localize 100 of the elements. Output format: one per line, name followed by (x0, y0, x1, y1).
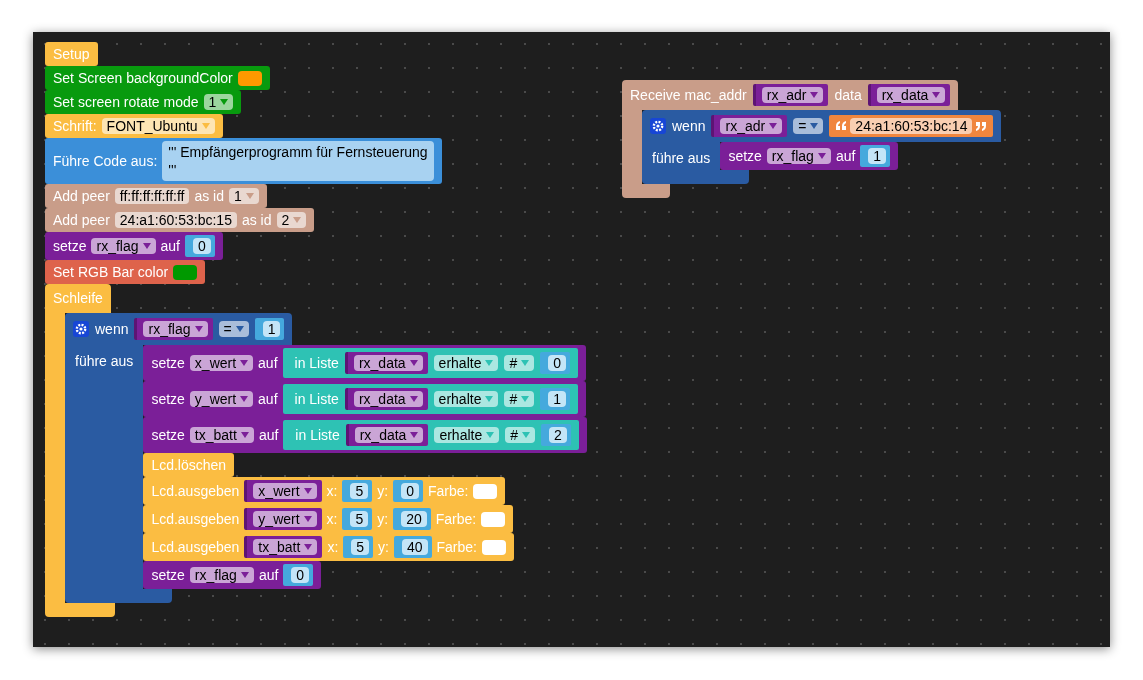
dropdown[interactable]: erhalte (433, 355, 499, 371)
number-block[interactable]: 1 (860, 145, 891, 167)
statement-block[interactable]: Set screen rotate mode 1 (45, 90, 242, 114)
dropdown[interactable]: y_wert (253, 511, 317, 527)
dropdown[interactable]: rx_data (354, 427, 424, 443)
color-swatch[interactable] (482, 539, 506, 555)
number-block[interactable]: 5 (342, 508, 373, 530)
block-label: Set Screen backgroundColor (53, 69, 233, 87)
number-block[interactable]: 20 (393, 508, 431, 530)
number-field[interactable]: 5 (350, 483, 369, 499)
number-block[interactable]: 1 (540, 388, 570, 410)
statement-block[interactable]: Führe Code aus: ''' Empfängerprogramm für Fernsteuerung ''' (45, 138, 442, 184)
number-block[interactable]: 0 (283, 564, 314, 586)
variable-block[interactable]: rx_adr (752, 84, 829, 106)
number-block[interactable]: 40 (393, 536, 432, 558)
number-block[interactable]: 5 (343, 536, 374, 558)
variable-block[interactable]: rx_data (344, 352, 428, 374)
gear-icon[interactable] (73, 321, 89, 337)
number-block[interactable]: 0 (393, 480, 423, 502)
color-swatch[interactable] (237, 70, 262, 86)
dropdown[interactable]: rx_flag (143, 321, 208, 337)
list-block[interactable]: in Liste rx_data erhalte # 0 (282, 348, 578, 378)
statement-block[interactable]: setze tx_batt auf in Liste rx_data erhalte # 2 (143, 417, 587, 453)
number-field[interactable]: 1 (262, 321, 281, 337)
statement-block[interactable]: setze y_wert auf in Liste rx_data erhalte # 1 (143, 381, 586, 417)
number-block[interactable]: 2 (541, 424, 571, 446)
if-block-header[interactable]: wenn rx_flag = 1 (65, 313, 293, 345)
number-field[interactable]: 2 (549, 427, 567, 443)
variable-block[interactable]: x_wert (244, 480, 322, 502)
variable-block[interactable]: y_wert (244, 508, 322, 530)
dropdown[interactable]: # (504, 355, 535, 371)
number-block[interactable]: 0 (540, 352, 570, 374)
number-field[interactable]: 20 (401, 511, 427, 527)
variable-block[interactable]: rx_flag (134, 318, 213, 340)
block-label: setze (151, 390, 185, 408)
dropdown[interactable]: x_wert (253, 483, 317, 499)
text-field[interactable]: 24:a1:60:53:bc:14 (850, 118, 973, 134)
dropdown[interactable]: x_wert (189, 355, 254, 371)
dropdown[interactable]: rx_adr (761, 87, 824, 103)
dropdown[interactable]: rx_data (876, 87, 946, 103)
dropdown[interactable]: rx_data (353, 391, 423, 407)
statement-block[interactable]: setze rx_flag auf 0 (143, 561, 322, 589)
dropdown[interactable]: = (218, 321, 249, 337)
statement-block[interactable]: setze x_wert auf in Liste rx_data erhalte # 0 (143, 345, 586, 381)
variable-block[interactable]: tx_batt (244, 536, 323, 558)
gear-icon[interactable] (650, 118, 666, 134)
number-block[interactable]: 0 (184, 235, 215, 257)
dropdown[interactable]: tx_batt (189, 427, 254, 443)
dropdown[interactable]: rx_flag (91, 238, 156, 254)
statement-block[interactable]: Lcd.ausgeben x_wert x: 5 y: 0 Farbe: (143, 477, 506, 505)
statement-block[interactable]: setze rx_flag auf 1 (720, 142, 899, 170)
dropdown[interactable]: y_wert (189, 391, 254, 407)
number-field[interactable]: 5 (350, 511, 369, 527)
dropdown[interactable]: rx_adr (720, 118, 783, 134)
number-field[interactable]: 1 (868, 148, 887, 164)
dropdown[interactable]: tx_batt (253, 539, 318, 555)
dropdown[interactable]: FONT_Ubuntu (101, 118, 215, 134)
number-field[interactable]: 40 (401, 539, 428, 555)
dropdown[interactable]: # (505, 427, 535, 443)
dropdown[interactable]: 2 (276, 212, 307, 228)
dropdown[interactable]: # (504, 391, 535, 407)
number-field[interactable]: 0 (291, 567, 310, 583)
statement-block[interactable]: Schrift: FONT_Ubuntu (45, 114, 223, 138)
number-field[interactable]: 0 (401, 483, 419, 499)
dropdown[interactable]: = (793, 118, 824, 134)
variable-block[interactable]: rx_data (867, 84, 951, 106)
number-block[interactable]: 5 (342, 480, 373, 502)
statement-block[interactable]: Set RGB Bar color (45, 260, 206, 284)
color-swatch[interactable] (473, 483, 498, 499)
list-block[interactable]: in Liste rx_data erhalte # 2 (283, 420, 579, 450)
dropdown[interactable]: rx_flag (766, 148, 831, 164)
statement-block[interactable]: setze rx_flag auf 0 (45, 232, 223, 260)
color-swatch[interactable] (173, 264, 198, 280)
if-block-header[interactable]: wenn rx_adr = 24:a1:60:53:bc:14 (642, 110, 1002, 142)
dropdown[interactable]: 1 (203, 94, 234, 110)
statement-block[interactable]: Lcd.ausgeben tx_batt x: 5 y: 40 Farbe: (143, 533, 514, 561)
text-field[interactable]: ff:ff:ff:ff:ff:ff (114, 188, 190, 204)
event-block-header[interactable]: Receive mac_addr rx_adr data rx_data (622, 80, 959, 110)
dropdown[interactable]: erhalte (434, 427, 500, 443)
text-block[interactable]: 24:a1:60:53:bc:14 (829, 115, 994, 137)
text-field[interactable]: 24:a1:60:53:bc:15 (114, 212, 237, 228)
number-field[interactable]: 0 (548, 355, 566, 371)
variable-block[interactable]: rx_data (345, 424, 429, 446)
number-block[interactable]: 1 (254, 318, 285, 340)
number-field[interactable]: 1 (548, 391, 566, 407)
dropdown[interactable]: rx_data (353, 355, 423, 371)
statement-block[interactable]: Set Screen backgroundColor (45, 66, 270, 90)
variable-block[interactable]: rx_adr (711, 115, 788, 137)
statement-block[interactable]: Add peer 24:a1:60:53:bc:15 as id 2 (45, 208, 315, 232)
number-field[interactable]: 5 (351, 539, 370, 555)
list-block[interactable]: in Liste rx_data erhalte # 1 (282, 384, 578, 414)
dropdown[interactable]: 1 (229, 188, 259, 204)
number-field[interactable]: 0 (192, 238, 211, 254)
statement-block[interactable]: Add peer ff:ff:ff:ff:ff:ff as id 1 (45, 184, 267, 208)
variable-block[interactable]: rx_data (344, 388, 428, 410)
dropdown[interactable]: erhalte (433, 391, 499, 407)
code-field[interactable]: ''' Empfängerprogramm für Fernsteuerung ''' (162, 141, 434, 181)
dropdown[interactable]: rx_flag (189, 567, 254, 583)
statement-block[interactable]: Lcd.ausgeben y_wert x: 5 y: 20 Farbe: (143, 505, 514, 533)
color-swatch[interactable] (481, 511, 506, 527)
